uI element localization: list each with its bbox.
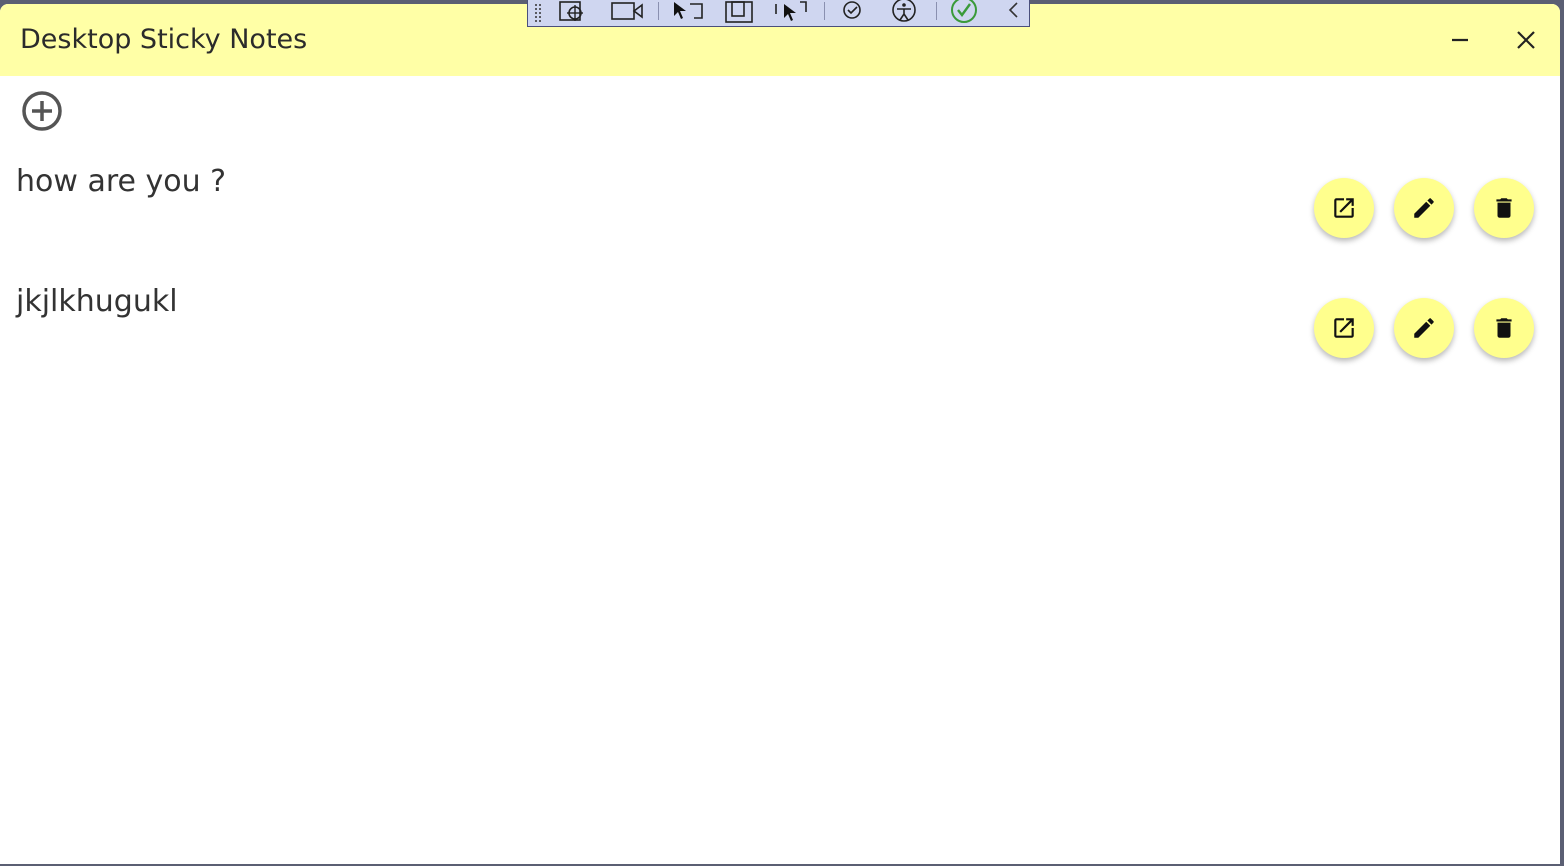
note-text: how are you ?: [16, 164, 227, 199]
live-visual-tree-icon[interactable]: [558, 0, 592, 24]
debug-toolbar: [527, 0, 1030, 27]
open-note-button[interactable]: [1314, 298, 1374, 358]
binding-failures-icon[interactable]: [836, 0, 870, 24]
open-external-icon: [1334, 198, 1354, 218]
note-text: jkjlkhugukl: [16, 284, 178, 319]
layout-adorner-icon[interactable]: [724, 0, 756, 24]
select-element-icon[interactable]: [670, 0, 706, 24]
video-record-icon[interactable]: [610, 0, 644, 24]
delete-note-button[interactable]: [1474, 178, 1534, 238]
collapse-chevron-icon[interactable]: [1004, 0, 1024, 24]
delete-trash-icon: [1496, 198, 1512, 218]
edit-note-button[interactable]: [1394, 178, 1454, 238]
edit-pencil-icon: [1414, 318, 1434, 338]
drag-grip-icon[interactable]: [533, 0, 545, 24]
minimize-button[interactable]: [1438, 18, 1482, 62]
open-external-icon: [1334, 318, 1354, 338]
track-focus-icon[interactable]: [774, 0, 810, 24]
note-item: jkjlkhugukl: [0, 284, 1560, 364]
delete-trash-icon: [1496, 318, 1512, 338]
edit-note-button[interactable]: [1394, 298, 1454, 358]
plus-circle-icon: [22, 91, 62, 131]
accessibility-icon[interactable]: [888, 0, 922, 24]
app-title: Desktop Sticky Notes: [20, 24, 308, 55]
close-icon: [1517, 31, 1535, 49]
edit-pencil-icon: [1414, 198, 1434, 218]
delete-note-button[interactable]: [1474, 298, 1534, 358]
close-button[interactable]: [1504, 18, 1548, 62]
hot-reload-check-icon[interactable]: [948, 0, 982, 24]
note-item: how are you ?: [0, 164, 1560, 244]
minimize-icon: [1452, 38, 1468, 42]
open-note-button[interactable]: [1314, 178, 1374, 238]
add-note-button[interactable]: [20, 89, 64, 133]
sticky-notes-window: Desktop Sticky Notes how are you ? jkjlk…: [0, 4, 1560, 864]
